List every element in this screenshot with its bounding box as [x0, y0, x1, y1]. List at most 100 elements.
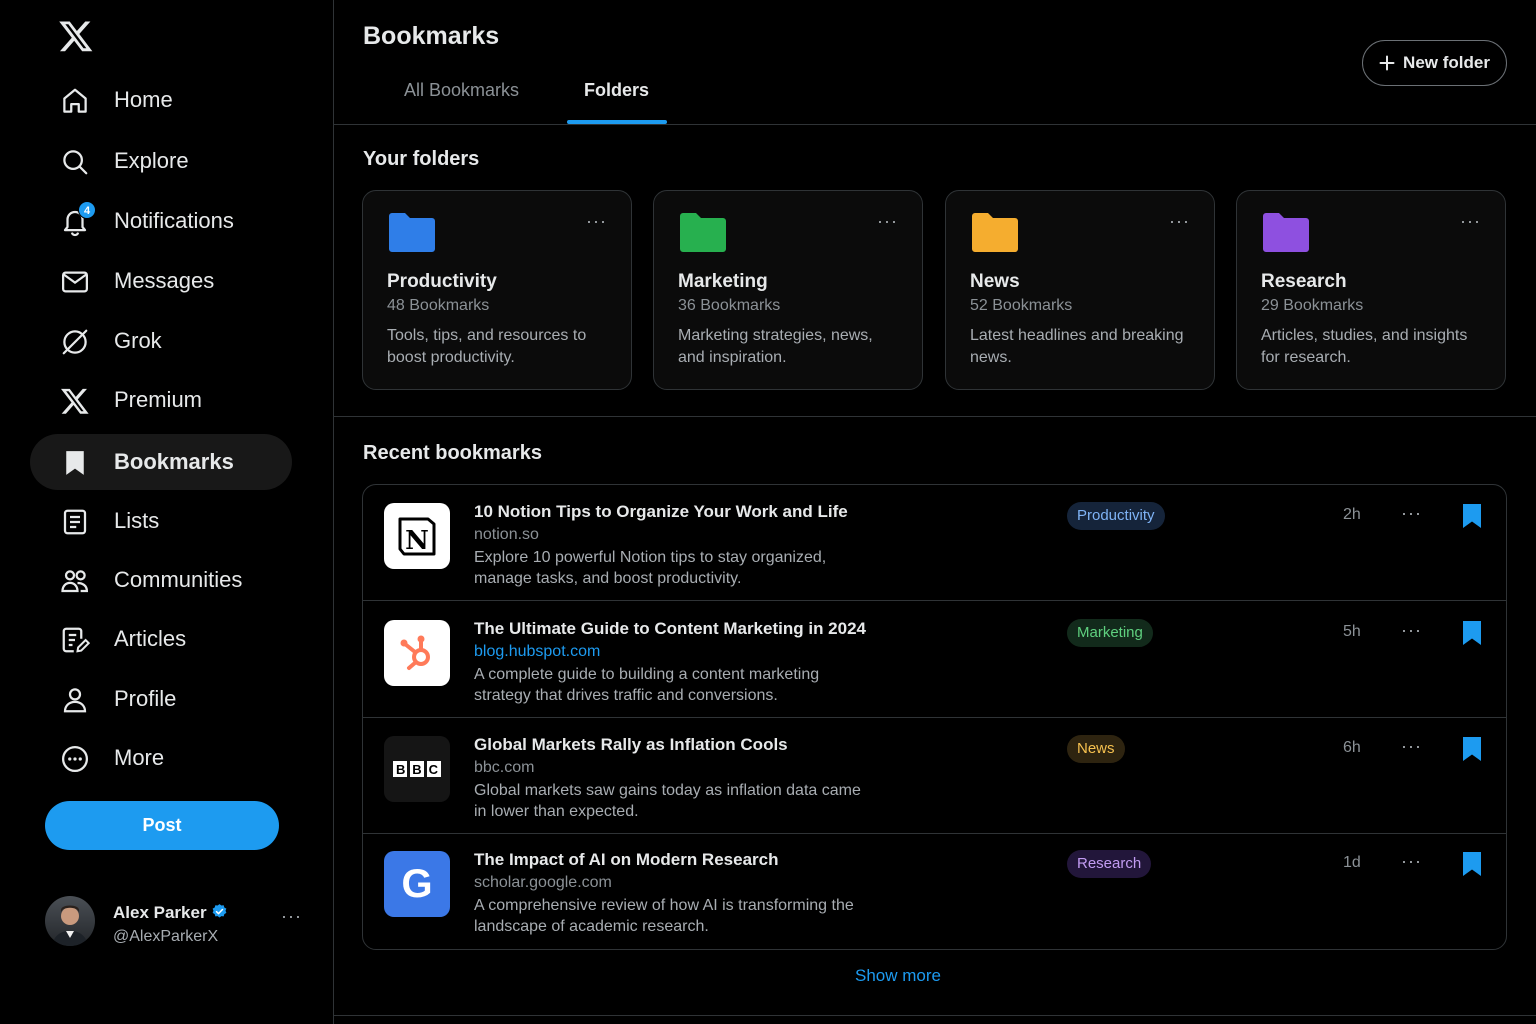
bookmark-filled-icon[interactable] [1461, 503, 1483, 529]
folder-card[interactable]: ··· Research 29 Bookmarks Articles, studies… [1236, 190, 1506, 390]
notion-logo-icon: N [384, 503, 450, 569]
more-horizontal-icon[interactable]: ··· [1401, 503, 1422, 524]
nav-label: Profile [114, 686, 177, 711]
tab-folders[interactable]: Folders [584, 80, 649, 124]
divider [334, 124, 1536, 125]
bookmark-title[interactable]: The Impact of AI on Modern Research [474, 850, 778, 870]
home-icon [60, 86, 90, 116]
search-icon [60, 147, 90, 177]
nav-notifications[interactable]: 4 Notifications [30, 193, 292, 249]
nav-profile[interactable]: Profile [30, 671, 292, 727]
folder-icon [389, 213, 435, 252]
bookmark-row[interactable]: G The Impact of AI on Modern Research scho… [363, 833, 1506, 949]
nav-label: Lists [114, 508, 160, 533]
folder-icon [680, 213, 726, 252]
more-horizontal-icon[interactable]: ··· [281, 906, 302, 927]
thumb-label: N [405, 526, 429, 556]
nav-messages[interactable]: Messages [30, 253, 292, 309]
x-logo-icon[interactable] [58, 18, 94, 54]
folder-tag[interactable]: News [1067, 735, 1125, 763]
bookmark-description: A complete guide to building a content m… [474, 666, 820, 704]
more-horizontal-icon[interactable]: ··· [586, 211, 607, 232]
account-switcher[interactable]: Alex Parker @AlexParkerX ··· [45, 896, 307, 950]
user-name: Alex Parker [113, 903, 228, 923]
nav-label: Home [114, 87, 173, 112]
folder-icon [972, 213, 1018, 252]
more-horizontal-icon[interactable]: ··· [877, 211, 898, 232]
bookmark-filled-icon[interactable] [1461, 851, 1483, 877]
folder-count: 36 Bookmarks [678, 297, 781, 314]
nav-lists[interactable]: Lists [30, 493, 292, 549]
user-handle: @AlexParkerX [113, 928, 219, 945]
folder-count: 48 Bookmarks [387, 297, 490, 314]
nav-bookmarks[interactable]: Bookmarks [30, 434, 292, 490]
folder-count: 52 Bookmarks [970, 297, 1073, 314]
page-title: Bookmarks [363, 22, 500, 50]
google-scholar-logo-icon: G [384, 851, 450, 917]
bookmark-time: 6h [1343, 739, 1361, 756]
tab-all-bookmarks[interactable]: All Bookmarks [404, 80, 519, 124]
recent-section-title: Recent bookmarks [363, 442, 542, 464]
folder-description: Marketing strategies, news, and inspirat… [678, 327, 873, 366]
bookmark-row[interactable]: BBC Global Markets Rally as Inflation Coo… [363, 718, 1506, 834]
divider [334, 416, 1536, 417]
folder-card[interactable]: ··· Marketing 36 Bookmarks Marketing strate… [653, 190, 923, 390]
list-icon [60, 507, 90, 537]
nav-premium[interactable]: Premium [30, 372, 292, 428]
folder-card[interactable]: ··· News 52 Bookmarks Latest headlines and … [945, 190, 1215, 390]
show-more-link[interactable]: Show more [334, 966, 1462, 986]
bookmark-icon [60, 448, 90, 478]
bookmark-domain[interactable]: blog.hubspot.com [474, 643, 600, 661]
bookmark-description: Global markets saw gains today as inflat… [474, 782, 861, 820]
nav-label: Explore [114, 148, 189, 173]
bookmark-row[interactable]: The Ultimate Guide to Content Marketing … [363, 602, 1506, 718]
avatar [45, 896, 95, 946]
folder-description: Latest headlines and breaking news. [970, 327, 1184, 366]
bookmark-time: 2h [1343, 506, 1361, 523]
person-icon [60, 685, 90, 715]
bookmark-row[interactable]: N 10 Notion Tips to Organize Your Work an… [363, 485, 1506, 601]
nav-grok[interactable]: Grok [30, 313, 292, 369]
bookmark-title[interactable]: The Ultimate Guide to Content Marketing … [474, 619, 866, 639]
nav-label: Communities [114, 567, 243, 592]
recent-bookmarks-list: N 10 Notion Tips to Organize Your Work an… [362, 484, 1507, 950]
more-horizontal-icon[interactable]: ··· [1460, 211, 1481, 232]
bookmark-time: 1d [1343, 854, 1361, 871]
bookmark-domain: scholar.google.com [474, 874, 612, 891]
folder-count: 29 Bookmarks [1261, 297, 1364, 314]
bookmark-title[interactable]: Global Markets Rally as Inflation Cools [474, 735, 788, 755]
bookmark-description: A comprehensive review of how AI is tran… [474, 897, 854, 935]
thumb-label: BBC [396, 762, 439, 777]
more-horizontal-icon[interactable]: ··· [1401, 851, 1422, 872]
nav-communities[interactable]: Communities [30, 552, 292, 608]
bookmark-time: 5h [1343, 623, 1361, 640]
people-icon [60, 566, 90, 596]
folder-icon [1263, 213, 1309, 252]
folder-tag[interactable]: Marketing [1067, 619, 1153, 647]
grok-icon [60, 327, 90, 357]
more-circle-icon [60, 744, 90, 774]
folder-description: Tools, tips, and resources to boost prod… [387, 327, 587, 366]
post-button[interactable]: Post [45, 801, 279, 850]
nav-label: Notifications [114, 208, 234, 233]
notification-badge: 4 [78, 201, 96, 219]
folder-name: News [970, 271, 1020, 292]
main-content: Bookmarks New folder All Bookmarks Folde… [334, 0, 1536, 1024]
folder-card[interactable]: ··· Productivity 48 Bookmarks Tools, tips, … [362, 190, 632, 390]
nav-explore[interactable]: Explore [30, 133, 292, 189]
more-horizontal-icon[interactable]: ··· [1401, 736, 1422, 757]
folder-name: Marketing [678, 271, 768, 292]
nav-more[interactable]: More [30, 730, 292, 786]
folder-tag[interactable]: Research [1067, 850, 1152, 878]
folder-description: Articles, studies, and insights for rese… [1261, 327, 1468, 366]
folder-tag[interactable]: Productivity [1067, 502, 1165, 530]
bookmark-filled-icon[interactable] [1461, 620, 1483, 646]
more-horizontal-icon[interactable]: ··· [1401, 620, 1422, 641]
nav-home[interactable]: Home [30, 72, 292, 128]
bookmark-title[interactable]: 10 Notion Tips to Organize Your Work and… [474, 502, 848, 522]
new-folder-button[interactable]: New folder [1362, 40, 1507, 86]
nav-articles[interactable]: Articles [30, 611, 292, 667]
hubspot-logo-icon [384, 620, 450, 686]
more-horizontal-icon[interactable]: ··· [1169, 211, 1190, 232]
bookmark-filled-icon[interactable] [1461, 736, 1483, 762]
